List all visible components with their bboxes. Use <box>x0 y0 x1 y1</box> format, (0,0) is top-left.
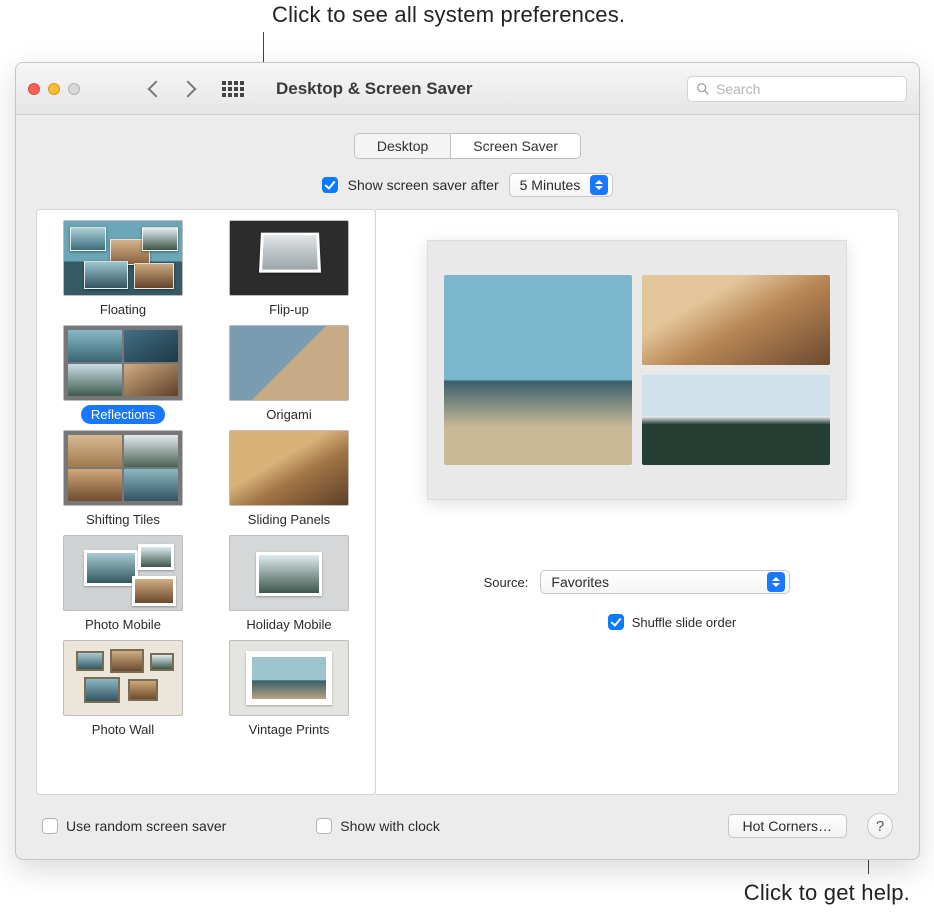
saver-label: Floating <box>90 300 156 319</box>
clock-checkbox[interactable] <box>316 818 332 834</box>
random-option[interactable]: Use random screen saver <box>42 818 226 834</box>
shuffle-checkbox[interactable] <box>608 614 624 630</box>
tab-desktop[interactable]: Desktop <box>355 134 450 158</box>
source-label: Source: <box>484 575 529 590</box>
saver-label: Photo Wall <box>82 720 164 739</box>
search-field[interactable]: Search <box>687 76 907 102</box>
saver-flipup[interactable]: Flip-up <box>211 220 367 319</box>
savers-list[interactable]: Floating Flip-up Reflections <box>36 209 376 795</box>
saver-vintage-prints[interactable]: Vintage Prints <box>211 640 367 739</box>
saver-label: Flip-up <box>259 300 319 319</box>
traffic-lights <box>28 83 80 95</box>
tab-segmented: Desktop Screen Saver <box>354 133 581 159</box>
saver-label: Vintage Prints <box>239 720 340 739</box>
close-button[interactable] <box>28 83 40 95</box>
preview-tile <box>444 275 632 465</box>
show-after-checkbox[interactable] <box>322 177 338 193</box>
hot-corners-button[interactable]: Hot Corners… <box>728 814 847 838</box>
source-popup[interactable]: Favorites <box>540 570 790 594</box>
saver-label: Sliding Panels <box>238 510 340 529</box>
source-value: Favorites <box>551 574 609 590</box>
random-label: Use random screen saver <box>66 818 226 834</box>
tab-screensaver[interactable]: Screen Saver <box>450 134 580 158</box>
preview-box <box>427 240 847 500</box>
saver-photo-wall[interactable]: Photo Wall <box>45 640 201 739</box>
preview-tile <box>642 275 830 365</box>
window-title: Desktop & Screen Saver <box>276 79 473 99</box>
show-after-row: Show screen saver after 5 Minutes <box>36 173 899 197</box>
help-button[interactable]: ? <box>867 813 893 839</box>
callout-help: Click to get help. <box>744 880 910 906</box>
show-after-value: 5 Minutes <box>520 177 581 193</box>
saver-shifting-tiles[interactable]: Shifting Tiles <box>45 430 201 529</box>
nav-buttons <box>150 83 194 95</box>
titlebar: Desktop & Screen Saver Search <box>16 63 919 115</box>
saver-label: Reflections <box>81 405 165 424</box>
saver-sliding-panels[interactable]: Sliding Panels <box>211 430 367 529</box>
saver-label: Shifting Tiles <box>76 510 170 529</box>
back-button[interactable] <box>150 83 162 95</box>
shuffle-row: Shuffle slide order <box>406 614 868 630</box>
shuffle-label: Shuffle slide order <box>632 615 737 630</box>
preview-pane: Source: Favorites Shuffle slide order <box>376 209 899 795</box>
stepper-icon <box>767 572 785 592</box>
saver-reflections[interactable]: Reflections <box>45 325 201 424</box>
search-icon <box>696 82 710 96</box>
saver-floating[interactable]: Floating <box>45 220 201 319</box>
saver-label: Origami <box>256 405 322 424</box>
source-row: Source: Favorites <box>406 570 868 594</box>
saver-label: Holiday Mobile <box>236 615 341 634</box>
saver-photo-mobile[interactable]: Photo Mobile <box>45 535 201 634</box>
preferences-window: Desktop & Screen Saver Search Desktop Sc… <box>15 62 920 860</box>
saver-origami[interactable]: Origami <box>211 325 367 424</box>
minimize-button[interactable] <box>48 83 60 95</box>
forward-button[interactable] <box>182 83 194 95</box>
clock-option[interactable]: Show with clock <box>316 818 440 834</box>
search-placeholder: Search <box>716 81 760 97</box>
callout-grid: Click to see all system preferences. <box>272 2 625 28</box>
clock-label: Show with clock <box>340 818 440 834</box>
stepper-icon <box>590 175 608 195</box>
zoom-button <box>68 83 80 95</box>
show-after-label: Show screen saver after <box>348 177 499 193</box>
show-after-popup[interactable]: 5 Minutes <box>509 173 614 197</box>
footer: Use random screen saver Show with clock … <box>36 795 899 845</box>
window-body: Desktop Screen Saver Show screen saver a… <box>16 115 919 859</box>
saver-holiday-mobile[interactable]: Holiday Mobile <box>211 535 367 634</box>
random-checkbox[interactable] <box>42 818 58 834</box>
saver-label: Photo Mobile <box>75 615 171 634</box>
main-area: Floating Flip-up Reflections <box>36 209 899 795</box>
preview-tile <box>642 375 830 465</box>
show-all-icon[interactable] <box>222 78 244 100</box>
